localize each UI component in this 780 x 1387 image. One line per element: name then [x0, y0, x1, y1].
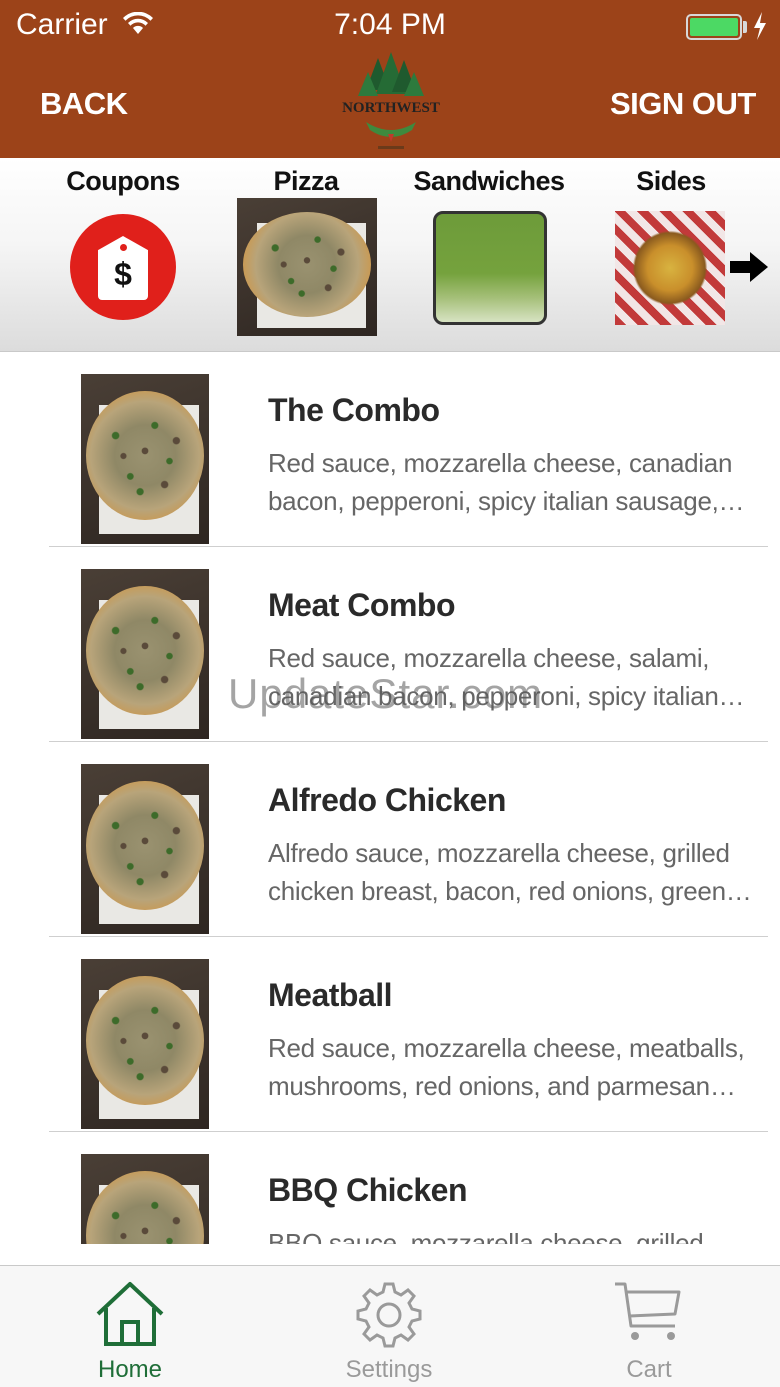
sign-out-button[interactable]: SIGN OUT	[610, 86, 756, 122]
menu-item-meat-combo[interactable]: Meat Combo Red sauce, mozzarella cheese,…	[0, 547, 780, 742]
menu-list: The Combo Red sauce, mozzarella cheese, …	[0, 352, 780, 1244]
pizza-image	[237, 198, 377, 336]
category-pizza[interactable]: Pizza	[226, 158, 386, 352]
menu-item-description: Red sauce, mozzarella cheese, canadian b…	[268, 448, 733, 516]
menu-item-description: Red sauce, mozzarella cheese, salami, ca…	[268, 643, 719, 711]
menu-item-description: BBQ sauce, mozzarella cheese, grilled ch…	[268, 1228, 704, 1244]
northwest-logo: NORTHWEST	[342, 52, 440, 149]
menu-item-the-combo[interactable]: The Combo Red sauce, mozzarella cheese, …	[0, 352, 780, 547]
category-strip: Coupons $ Pizza Sandwiches Sides	[0, 158, 780, 352]
home-icon	[96, 1282, 164, 1346]
menu-item-description: Red sauce, mozzarella cheese, meatballs,…	[268, 1033, 745, 1101]
menu-item-name: BBQ Chicken	[268, 1172, 467, 1208]
back-button[interactable]: BACK	[40, 86, 128, 122]
pizza-thumbnail	[81, 764, 209, 934]
sandwich-image	[433, 211, 547, 325]
category-label: Sandwiches	[413, 166, 565, 196]
pizza-thumbnail	[81, 1154, 209, 1244]
pizza-thumbnail	[81, 959, 209, 1129]
category-label: Pizza	[273, 166, 339, 196]
menu-item-description: Alfredo sauce, mozzarella cheese, grille…	[268, 838, 730, 906]
tab-cart[interactable]: Cart	[559, 1266, 739, 1387]
category-sides[interactable]: Sides	[591, 158, 751, 352]
battery-icon	[686, 14, 742, 40]
menu-item-alfredo-chicken[interactable]: Alfredo Chicken Alfredo sauce, mozzarell…	[0, 742, 780, 937]
category-sandwiches[interactable]: Sandwiches	[409, 158, 569, 352]
cart-icon	[615, 1282, 681, 1340]
menu-item-bbq-chicken[interactable]: BBQ Chicken BBQ sauce, mozzarella cheese…	[0, 1132, 780, 1244]
gear-icon	[356, 1282, 422, 1348]
navigation-header: Carrier 7:04 PM BACK NORTHWEST SIGN OUT	[0, 0, 780, 158]
pizza-thumbnail	[81, 374, 209, 544]
clock: 7:04 PM	[334, 8, 446, 41]
tab-home[interactable]: Home	[40, 1266, 220, 1387]
category-label: Coupons	[66, 166, 180, 196]
tab-label: Cart	[626, 1356, 672, 1383]
category-coupons[interactable]: Coupons $	[43, 158, 203, 352]
price-tag-icon: $	[70, 214, 176, 320]
pizza-thumbnail	[81, 569, 209, 739]
charging-bolt-icon	[754, 12, 766, 40]
tab-label: Settings	[345, 1356, 433, 1383]
svg-text:NORTHWEST: NORTHWEST	[342, 100, 440, 116]
tab-bar: Home Settings Cart	[0, 1265, 780, 1387]
menu-item-name: Alfredo Chicken	[268, 782, 506, 818]
status-bar: Carrier 7:04 PM	[0, 0, 780, 52]
category-label: Sides	[636, 166, 706, 196]
menu-item-meatball[interactable]: Meatball Red sauce, mozzarella cheese, m…	[0, 937, 780, 1132]
tab-settings[interactable]: Settings	[299, 1266, 479, 1387]
arrow-right-icon[interactable]	[730, 250, 770, 284]
battery-tip	[743, 21, 747, 33]
sides-image	[615, 211, 725, 325]
menu-item-name: The Combo	[268, 392, 440, 428]
tab-label: Home	[97, 1356, 163, 1383]
menu-item-name: Meatball	[268, 977, 393, 1013]
menu-item-name: Meat Combo	[268, 587, 456, 623]
